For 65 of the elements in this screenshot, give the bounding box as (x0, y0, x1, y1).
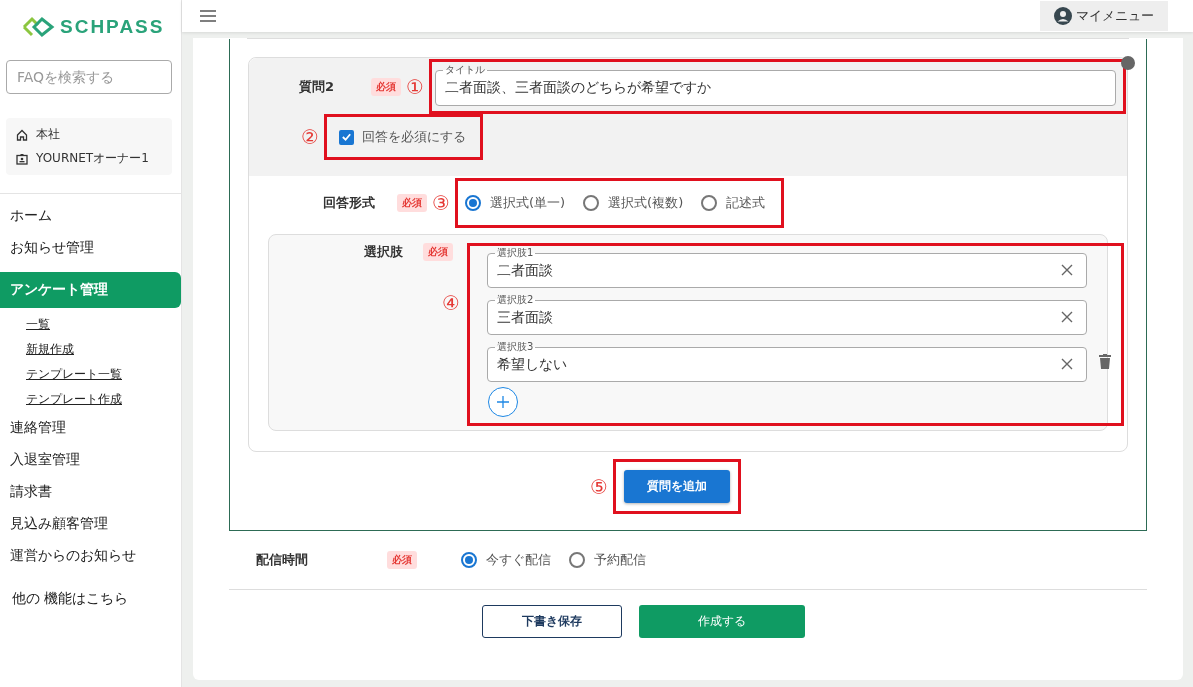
answer-format-label: 回答形式 (323, 195, 375, 210)
check-icon (340, 131, 352, 143)
required-tag: 必須 (397, 194, 427, 212)
field-value: 二者面談 (497, 261, 553, 280)
subnav-link[interactable]: 一覧 (0, 312, 181, 337)
subnav-link[interactable]: 新規作成 (0, 337, 181, 362)
field-label: 選択肢2 (495, 293, 536, 306)
nav-item[interactable]: ホーム (0, 200, 181, 232)
save-draft-button[interactable]: 下書き保存 (481, 605, 622, 638)
field-label: タイトル (442, 63, 487, 76)
title-field[interactable]: タイトル 二者面談、三者面談のどちらが希望ですか (434, 63, 1116, 106)
nav-item[interactable]: 連絡管理 (0, 412, 181, 444)
choice-field[interactable]: 選択肢1 二者面談 (487, 246, 1087, 288)
user-icon (1054, 7, 1072, 25)
my-menu-button[interactable]: マイメニュー (1040, 1, 1168, 31)
choices-label: 選択肢 (364, 243, 403, 261)
id-badge-icon (16, 152, 28, 165)
question-label: 質問2 (298, 78, 334, 94)
field-label: 選択肢1 (495, 246, 536, 259)
step-marker: ② (301, 125, 319, 149)
subnav-link[interactable]: テンプレート作成 (0, 387, 181, 412)
radio-option[interactable]: 選択式(複数) (583, 194, 684, 212)
nav-item[interactable]: 入退室管理 (0, 444, 181, 476)
radio-option[interactable]: 今すぐ配信 (461, 551, 551, 569)
radio-option[interactable]: 記述式 (701, 194, 766, 212)
add-question-button[interactable]: 質問を追加 (623, 470, 730, 503)
nav-item[interactable]: 運営からのお知らせ (0, 540, 181, 572)
logo-text: SCHPASS (60, 16, 165, 38)
required-tag: 必須 (387, 551, 417, 569)
logo-icon (20, 15, 56, 39)
menu-icon[interactable] (200, 10, 216, 22)
required-tag: 必須 (371, 77, 401, 96)
nav-item[interactable]: お知らせ管理 (0, 232, 181, 264)
clear-icon[interactable] (1061, 311, 1073, 323)
clear-icon[interactable] (1061, 264, 1073, 276)
nav-item[interactable]: アンケート管理 (0, 272, 181, 308)
field-value: 二者面談、三者面談のどちらが希望ですか (444, 79, 711, 97)
trash-icon[interactable] (1099, 353, 1111, 369)
subnav-link[interactable]: テンプレート一覧 (0, 362, 181, 387)
nav-item[interactable]: 見込み顧客管理 (0, 508, 181, 540)
field-value: 三者面談 (497, 308, 553, 327)
choice-field[interactable]: 選択肢2 三者面談 (487, 293, 1087, 335)
step-marker: ① (406, 74, 424, 99)
home-icon (16, 128, 28, 141)
office-name: 本社 (36, 126, 60, 143)
radio-option[interactable]: 予約配信 (569, 551, 646, 569)
step-marker: ⑤ (590, 474, 608, 499)
step-marker: ③ (432, 191, 450, 215)
other-features-link[interactable]: 他の 機能はこちら (0, 572, 181, 626)
create-button[interactable]: 作成する (638, 605, 805, 638)
required-tag: 必須 (423, 243, 453, 261)
field-label: 選択肢3 (495, 340, 536, 353)
checkbox[interactable] (338, 129, 354, 145)
field-value: 希望しない (497, 355, 567, 374)
nav-item[interactable]: 請求書 (0, 476, 181, 508)
clear-icon[interactable] (1061, 358, 1073, 370)
step-marker: ④ (442, 291, 460, 315)
search-field[interactable]: FAQを検索する (6, 60, 172, 94)
add-choice-button[interactable] (488, 387, 518, 417)
radio-option[interactable]: 選択式(単一) (464, 194, 566, 212)
plus-icon (497, 396, 509, 408)
user-name: YOURNETオーナー1 (36, 150, 149, 167)
checkbox-label: 回答を必須にする (361, 128, 466, 146)
delivery-label: 配信時間 (256, 551, 309, 569)
choice-field[interactable]: 選択肢3 希望しない (487, 340, 1087, 382)
